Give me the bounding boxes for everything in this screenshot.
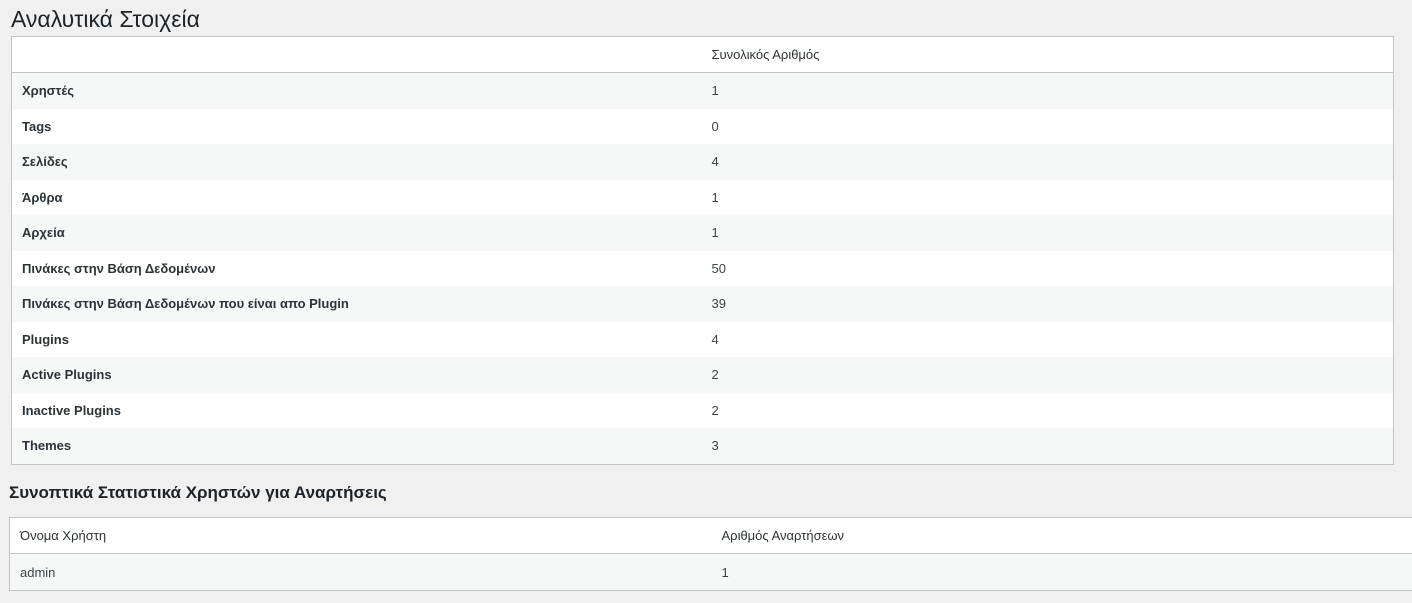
row-value: 1	[711, 189, 719, 205]
row-value: 4	[711, 331, 719, 347]
table-row: Πινάκες στην Βάση Δεδομένων 50	[12, 251, 1394, 287]
row-value: 2	[711, 402, 719, 418]
row-label: Χρηστές	[22, 83, 74, 99]
row-label: Plugins	[22, 331, 69, 347]
row-label: Inactive Plugins	[22, 402, 121, 418]
table-row: Σελίδες 4	[11, 144, 1394, 180]
table-row: Άρθρα 1	[12, 180, 1394, 216]
table-row: Tags 0	[12, 109, 1394, 145]
users-table-header-row: Όνομα Χρήστη Αριθμός Αναρτήσεων	[9, 517, 1412, 554]
users-posts-table: Όνομα Χρήστη Αριθμός Αναρτήσεων admin 1	[9, 517, 1412, 591]
row-value: 39	[711, 296, 726, 312]
row-value: 1	[711, 83, 719, 99]
details-header-label	[11, 36, 702, 73]
row-value: 4	[711, 154, 719, 170]
section-title: Συνοπτικά Στατιστικά Χρηστών για Αναρτήσ…	[9, 483, 387, 502]
row-label: Active Plugins	[22, 367, 112, 383]
row-value: 3	[711, 438, 719, 454]
row-value: 2	[711, 367, 719, 383]
table-row: Themes 3	[11, 428, 1394, 464]
table-row: Αρχεία 1	[11, 215, 1394, 251]
row-label: Tags	[22, 118, 52, 134]
page-title: Αναλυτικά Στοιχεία	[11, 6, 200, 32]
row-label: Πινάκες στην Βάση Δεδομένων που είναι απ…	[22, 296, 349, 312]
table-row: Χρηστές 1	[11, 72, 1394, 109]
username-cell: admin	[20, 564, 56, 580]
posts-count-cell: 1	[721, 564, 729, 580]
row-label: Σελίδες	[22, 154, 68, 170]
table-row: Πινάκες στην Βάση Δεδομένων που είναι απ…	[11, 286, 1394, 322]
header-posts-count: Αριθμός Αναρτήσεων	[711, 517, 1412, 554]
table-row: Active Plugins 2	[11, 357, 1394, 393]
row-label: Άρθρα	[22, 189, 63, 205]
row-value: 50	[711, 260, 726, 276]
row-label: Themes	[22, 438, 72, 454]
row-value: 0	[711, 118, 719, 134]
table-row: Plugins 4	[12, 322, 1394, 358]
header-username: Όνομα Χρήστη	[9, 517, 712, 554]
row-value: 1	[711, 225, 719, 241]
details-table-header-row: Συνολικός Αριθμός	[11, 36, 1394, 73]
table-row: Inactive Plugins 2	[12, 393, 1394, 429]
row-label: Αρχεία	[22, 225, 65, 241]
row-label: Πινάκες στην Βάση Δεδομένων	[22, 260, 216, 276]
details-table: Συνολικός Αριθμός Χρηστές 1 Tags 0 Σελίδ…	[11, 36, 1394, 465]
details-header-total: Συνολικός Αριθμός	[701, 36, 1394, 73]
table-row: admin 1	[9, 553, 1412, 591]
